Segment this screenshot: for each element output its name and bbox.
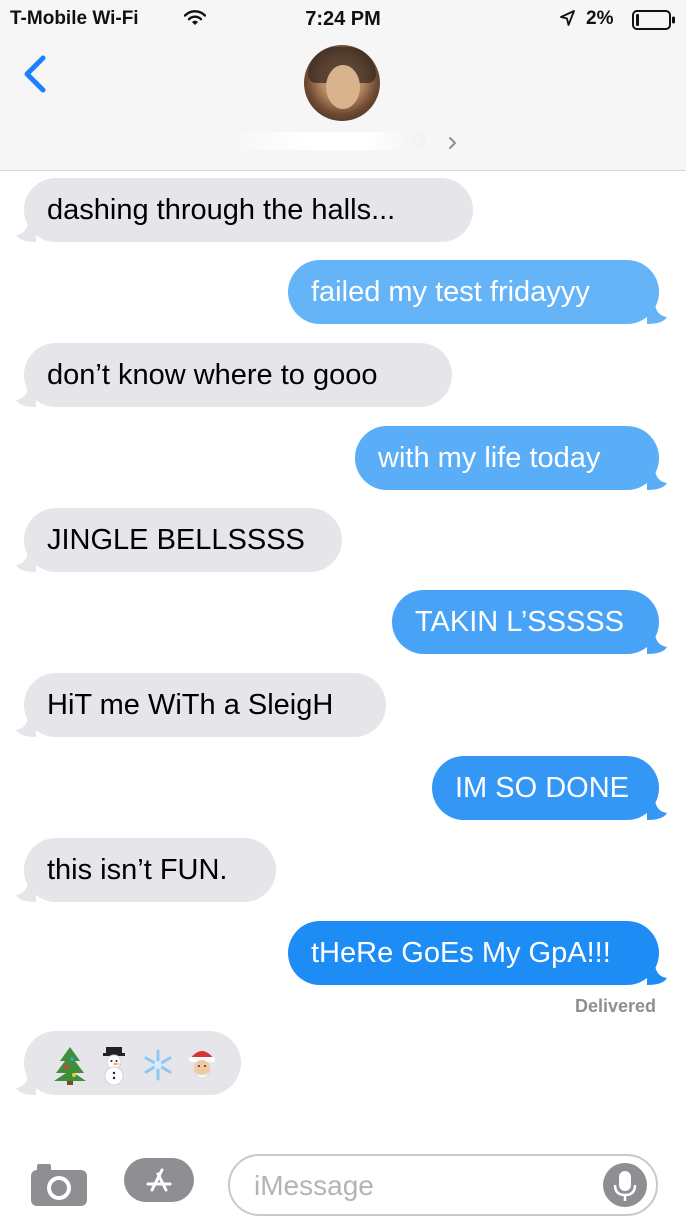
christmas-tree-emoji [54, 1047, 86, 1085]
message-thread: dashing through the halls... failed my t… [0, 0, 686, 1140]
sent-message: with my life today [355, 426, 667, 490]
snowman-emoji [103, 1047, 125, 1085]
snowflake-emoji [144, 1049, 172, 1081]
sent-message: TAKIN L’SSSSS [392, 590, 667, 654]
received-message: this isn’t FUN. [16, 838, 276, 902]
message-input-placeholder: iMessage [254, 1170, 374, 1201]
sent-message: failed my test fridayyy [288, 260, 667, 324]
sent-message: tHeRe GoEs My GpA!!! [288, 921, 667, 985]
received-message: JINGLE BELLSSSS [16, 508, 342, 572]
camera-icon[interactable] [28, 1160, 90, 1208]
received-message: don’t know where to gooo [16, 343, 452, 407]
received-message: HiT me WiTh a SleigH [16, 673, 386, 737]
microphone-icon[interactable] [602, 1162, 648, 1208]
emoji-message [16, 1031, 241, 1095]
received-message: dashing through the halls... [16, 178, 473, 242]
sent-message: IM SO DONE [432, 756, 667, 820]
app-store-icon[interactable] [122, 1156, 196, 1204]
santa-emoji [189, 1051, 215, 1079]
delivered-status: Delivered [574, 996, 656, 1016]
message-input[interactable]: iMessage [228, 1154, 658, 1216]
